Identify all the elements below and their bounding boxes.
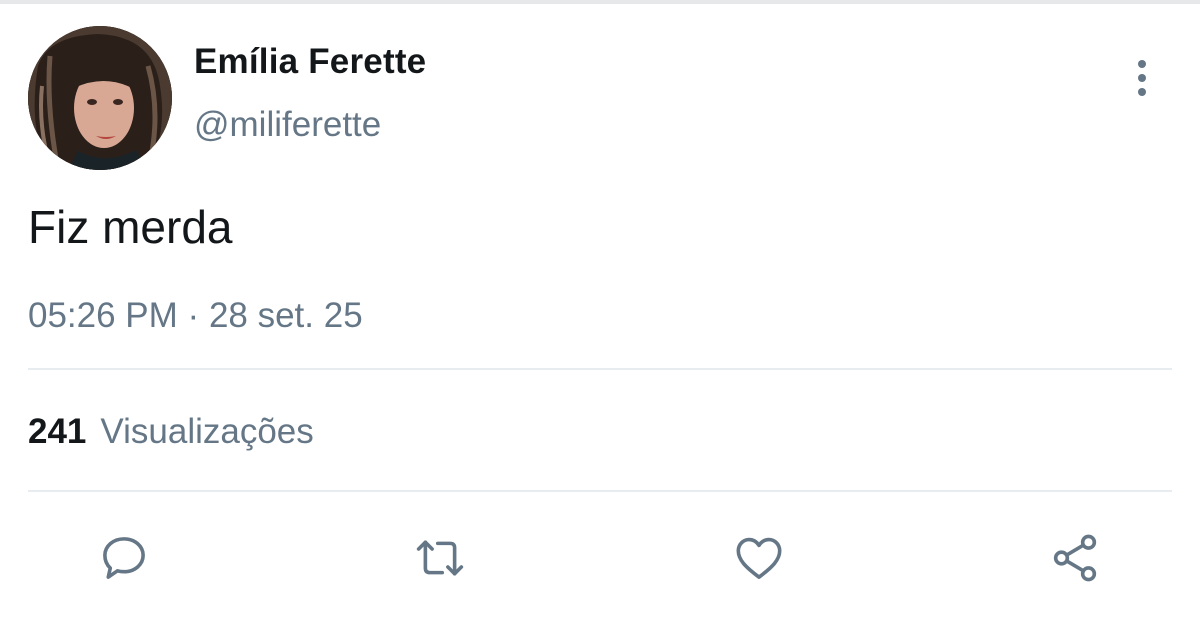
share-icon bbox=[1053, 534, 1097, 582]
meta-separator: · bbox=[187, 296, 200, 335]
avatar[interactable] bbox=[28, 26, 172, 170]
more-dot bbox=[1138, 60, 1146, 68]
like-button[interactable] bbox=[731, 530, 787, 586]
tweet-card: Emília Ferette @miliferette Fiz merda 05… bbox=[0, 0, 1200, 622]
author-handle[interactable]: @miliferette bbox=[194, 105, 381, 145]
tweet-text: Fiz merda bbox=[28, 201, 233, 253]
tweet-timestamp[interactable]: 05:26 PM · 28 set. 25 bbox=[28, 296, 363, 336]
views-count: 241 bbox=[28, 412, 87, 451]
divider bbox=[28, 490, 1172, 492]
more-vertical-icon[interactable] bbox=[1124, 56, 1160, 100]
author-name[interactable]: Emília Ferette bbox=[194, 42, 426, 82]
reply-icon bbox=[103, 537, 145, 579]
divider bbox=[28, 368, 1172, 370]
views-label: Visualizações bbox=[100, 412, 314, 451]
views-stat[interactable]: 241 Visualizações bbox=[28, 412, 314, 452]
more-dot bbox=[1138, 74, 1146, 82]
tweet-date: 28 set. 25 bbox=[208, 296, 363, 335]
retweet-button[interactable] bbox=[412, 530, 468, 586]
tweet-time: 05:26 PM bbox=[28, 296, 178, 335]
retweet-icon bbox=[416, 540, 464, 576]
avatar-image bbox=[28, 26, 172, 170]
heart-icon bbox=[736, 537, 782, 579]
more-dot bbox=[1138, 88, 1146, 96]
reply-button[interactable] bbox=[96, 530, 152, 586]
share-button[interactable] bbox=[1047, 530, 1103, 586]
